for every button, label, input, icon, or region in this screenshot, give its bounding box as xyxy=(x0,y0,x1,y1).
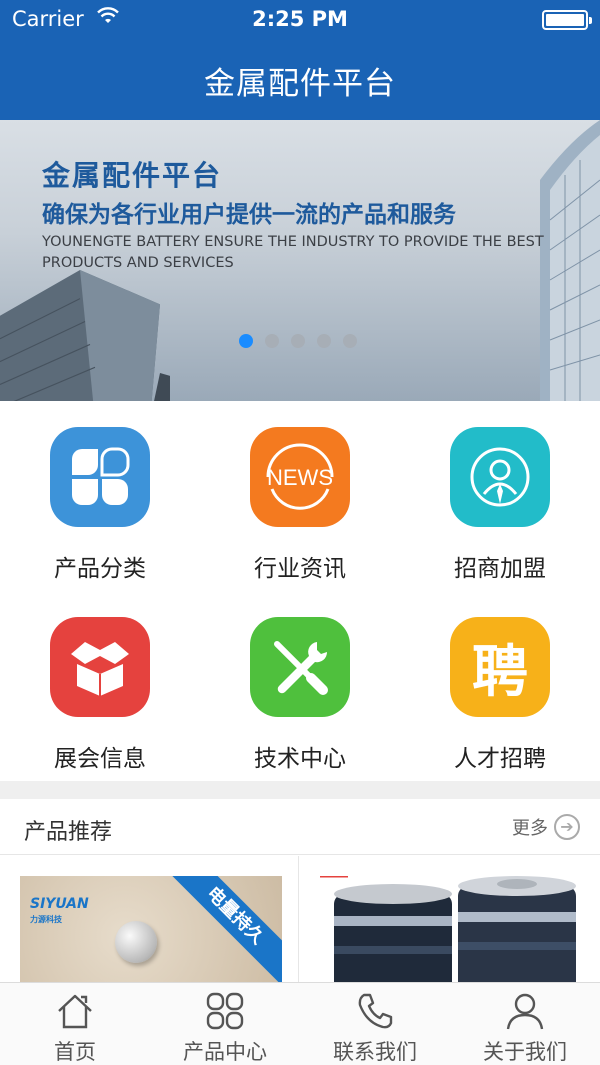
arrow-right-icon: ➔ xyxy=(554,814,580,840)
product-card[interactable]: SIYUAN 力源科技 电量持久 xyxy=(20,876,282,982)
tab-bar: 首页 产品中心 联系我们 关于我们 xyxy=(0,982,600,1065)
grid-item-label: 行业资讯 xyxy=(254,556,346,582)
recommend-header: 产品推荐 更多 ➔ xyxy=(0,799,600,855)
grid-item-label: 展会信息 xyxy=(54,746,146,772)
grid-item-franchise[interactable]: 招商加盟 xyxy=(400,401,600,591)
cylinder-battery-image xyxy=(320,876,576,982)
banner-carousel[interactable]: 金属配件平台 确保为各行业用户提供一流的产品和服务 YOUNENGTE BATT… xyxy=(0,120,600,401)
banner-english-text: YOUNENGTE BATTERY ENSURE THE INDUSTRY TO… xyxy=(42,234,544,271)
grid-item-exhibition[interactable]: 展会信息 xyxy=(0,591,200,781)
grid-item-label: 产品分类 xyxy=(54,556,146,582)
phone-icon xyxy=(358,993,393,1029)
grid-item-product-category[interactable]: 产品分类 xyxy=(0,401,200,591)
tab-label: 产品中心 xyxy=(183,1040,267,1064)
feature-grid: 产品分类 NEWS 行业资讯 招商加盟 展会信息 技术中心 聘 人才招聘 xyxy=(0,401,600,781)
card-divider xyxy=(298,856,299,982)
tab-about[interactable]: 关于我们 xyxy=(450,983,600,1065)
tab-label: 首页 xyxy=(54,1040,96,1064)
grid-item-label: 技术中心 xyxy=(254,746,346,772)
recruit-icon-text: 聘 xyxy=(472,639,528,705)
home-icon xyxy=(58,994,92,1029)
clock: 2:25 PM xyxy=(252,7,348,31)
user-icon xyxy=(506,993,544,1030)
carousel-dot[interactable] xyxy=(239,334,253,348)
person-icon xyxy=(450,427,550,527)
carousel-dot[interactable] xyxy=(265,334,279,348)
grid-item-label: 人才招聘 xyxy=(454,746,546,772)
page-title: 金属配件平台 xyxy=(204,66,396,102)
tools-icon xyxy=(250,617,350,717)
battery-icon xyxy=(542,10,592,30)
tab-label: 关于我们 xyxy=(483,1040,567,1064)
building-left-image xyxy=(0,270,170,401)
carousel-indicator[interactable] xyxy=(239,334,357,348)
tab-label: 联系我们 xyxy=(333,1040,417,1064)
grid-icon xyxy=(206,992,244,1030)
product-list: SIYUAN 力源科技 电量持久 xyxy=(0,856,600,982)
grid-item-tech-center[interactable]: 技术中心 xyxy=(200,591,400,781)
more-button[interactable]: 更多 ➔ xyxy=(512,813,580,841)
section-divider xyxy=(0,781,600,799)
grid-item-label: 招商加盟 xyxy=(454,556,546,582)
brand-logo: SIYUAN 力源科技 xyxy=(30,896,89,924)
product-card[interactable] xyxy=(314,876,584,982)
category-icon xyxy=(50,427,150,527)
product-ribbon: 电量持久 xyxy=(163,876,282,982)
box-icon xyxy=(50,617,150,717)
coin-battery-image xyxy=(115,921,157,963)
section-title: 产品推荐 xyxy=(24,820,113,845)
grid-item-recruitment[interactable]: 聘 人才招聘 xyxy=(400,591,600,781)
grid-item-industry-news[interactable]: NEWS 行业资讯 xyxy=(200,401,400,591)
recruit-icon: 聘 xyxy=(450,617,550,717)
carousel-dot[interactable] xyxy=(317,334,331,348)
tab-home[interactable]: 首页 xyxy=(0,983,150,1065)
more-label: 更多 xyxy=(512,818,548,839)
top-bar: Carrier 2:25 PM 金属配件平台 xyxy=(0,0,600,120)
banner-subtitle: 确保为各行业用户提供一流的产品和服务 xyxy=(42,202,456,228)
carousel-dot[interactable] xyxy=(291,334,305,348)
status-bar: Carrier 2:25 PM xyxy=(0,0,600,40)
tab-contact[interactable]: 联系我们 xyxy=(300,983,450,1065)
news-icon-text: NEWS xyxy=(267,465,333,490)
banner-title: 金属配件平台 xyxy=(42,159,223,192)
news-icon: NEWS xyxy=(250,427,350,527)
carousel-dot[interactable] xyxy=(343,334,357,348)
tab-product-center[interactable]: 产品中心 xyxy=(150,983,300,1065)
